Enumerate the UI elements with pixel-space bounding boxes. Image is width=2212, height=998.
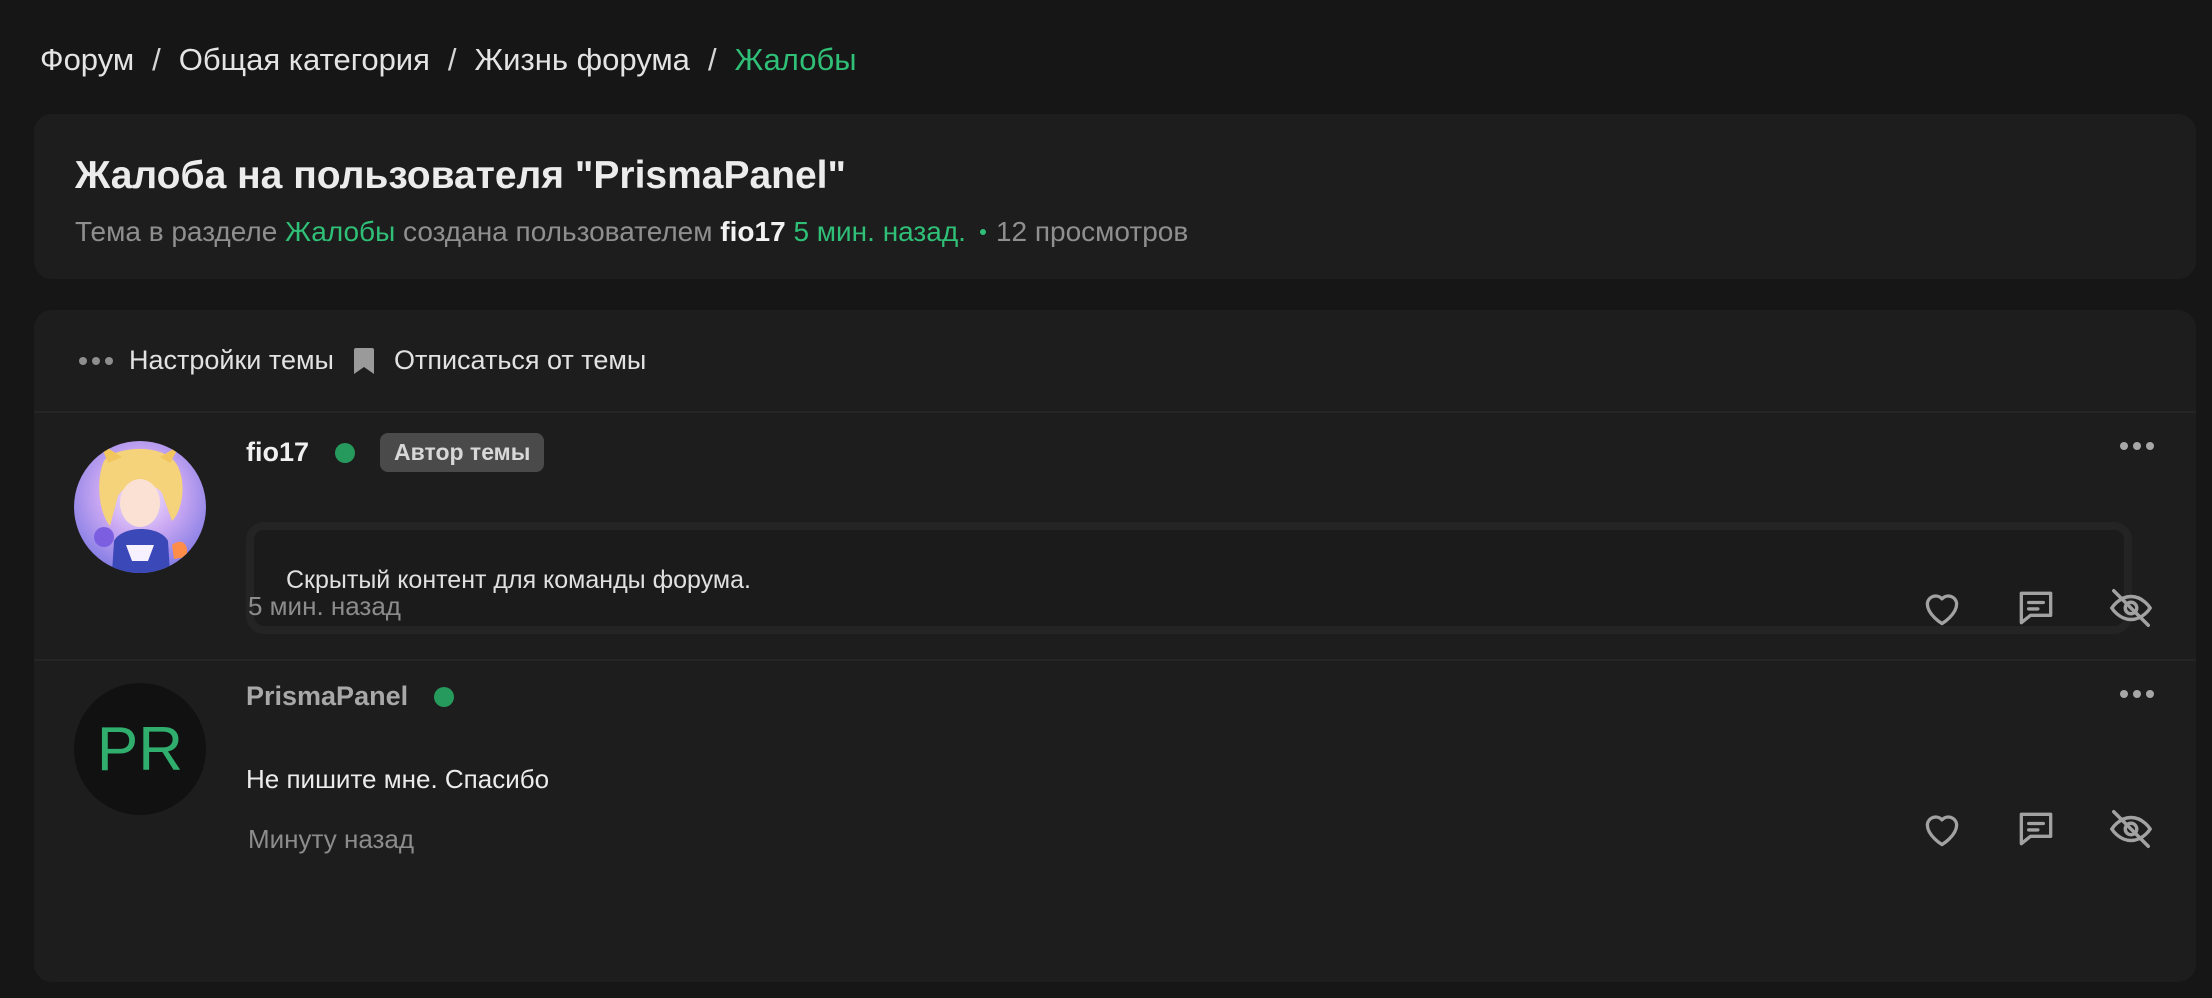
breadcrumb-forum[interactable]: Форум	[40, 42, 134, 78]
post-author-name[interactable]: fio17	[246, 437, 309, 468]
message-icon[interactable]	[2014, 807, 2058, 851]
unsubscribe-label: Отписаться от темы	[393, 345, 647, 375]
unsubscribe-button[interactable]: Отписаться от темы	[353, 345, 647, 376]
post-timestamp[interactable]: 5 мин. назад	[248, 591, 401, 622]
eye-off-icon[interactable]	[2108, 585, 2154, 631]
post-item: fio17 Автор темы Скрытый контент для ком…	[34, 413, 2196, 661]
heart-icon[interactable]	[1920, 807, 1964, 851]
message-icon[interactable]	[2014, 586, 2058, 630]
breadcrumb-forum-life[interactable]: Жизнь форума	[475, 42, 690, 78]
thread-author-badge: Автор темы	[380, 433, 545, 472]
meta-dot-separator	[979, 229, 986, 235]
post-content: Не пишите мне. Спасибо	[246, 764, 550, 794]
breadcrumb-current-complaints[interactable]: Жалобы	[735, 42, 857, 78]
eye-off-icon[interactable]	[2108, 806, 2154, 852]
heart-icon[interactable]	[1920, 586, 1964, 630]
thread-settings-button[interactable]: Настройки темы	[79, 345, 334, 376]
online-status-indicator	[335, 442, 356, 463]
post-author-line: PrismaPanel	[246, 681, 455, 712]
more-dots-icon[interactable]	[2120, 690, 2154, 698]
meta-time-link[interactable]: 5 мин. назад.	[793, 216, 966, 248]
post-item: PR PrismaPanel Не пишите мне. Спасибо Ми…	[34, 661, 2196, 982]
meta-section-link[interactable]: Жалобы	[285, 216, 395, 248]
breadcrumb-separator: /	[152, 42, 161, 77]
more-dots-icon[interactable]	[2120, 442, 2154, 450]
meta-created-by: создана пользователем	[403, 216, 713, 247]
post-author-line: fio17 Автор темы	[246, 433, 545, 472]
hidden-content-box: Скрытый контент для команды форума.	[246, 522, 2132, 634]
post-timestamp[interactable]: Минуту назад	[248, 824, 414, 855]
thread-title: Жалоба на пользователя "PrismaPanel"	[75, 154, 847, 197]
post-actions	[1920, 585, 2154, 631]
breadcrumb-separator: /	[707, 42, 717, 77]
breadcrumb-separator: /	[447, 42, 457, 77]
avatar[interactable]	[74, 441, 206, 573]
avatar[interactable]: PR	[74, 683, 206, 815]
bookmark-icon	[353, 347, 374, 374]
thread-toolbar: Настройки темы Отписаться от темы	[34, 310, 2196, 413]
breadcrumb-general-category[interactable]: Общая категория	[179, 42, 430, 78]
thread-settings-label: Настройки темы	[129, 345, 334, 375]
thread-meta: Тема в разделе Жалобы создана пользовате…	[75, 216, 1188, 248]
meta-views: 12 просмотров	[995, 216, 1189, 247]
breadcrumb: Форум / Общая категория / Жизнь форума /…	[40, 38, 857, 82]
post-actions	[1920, 806, 2154, 852]
online-status-indicator	[434, 686, 455, 707]
meta-prefix: Тема в разделе	[75, 216, 278, 247]
more-dots-icon	[79, 356, 113, 365]
meta-author-link[interactable]: fio17	[720, 216, 785, 248]
thread-header: Жалоба на пользователя "PrismaPanel" Тем…	[34, 114, 2196, 279]
thread-posts: Настройки темы Отписаться от темы fio17 …	[34, 310, 2196, 982]
post-author-name[interactable]: PrismaPanel	[246, 681, 408, 712]
